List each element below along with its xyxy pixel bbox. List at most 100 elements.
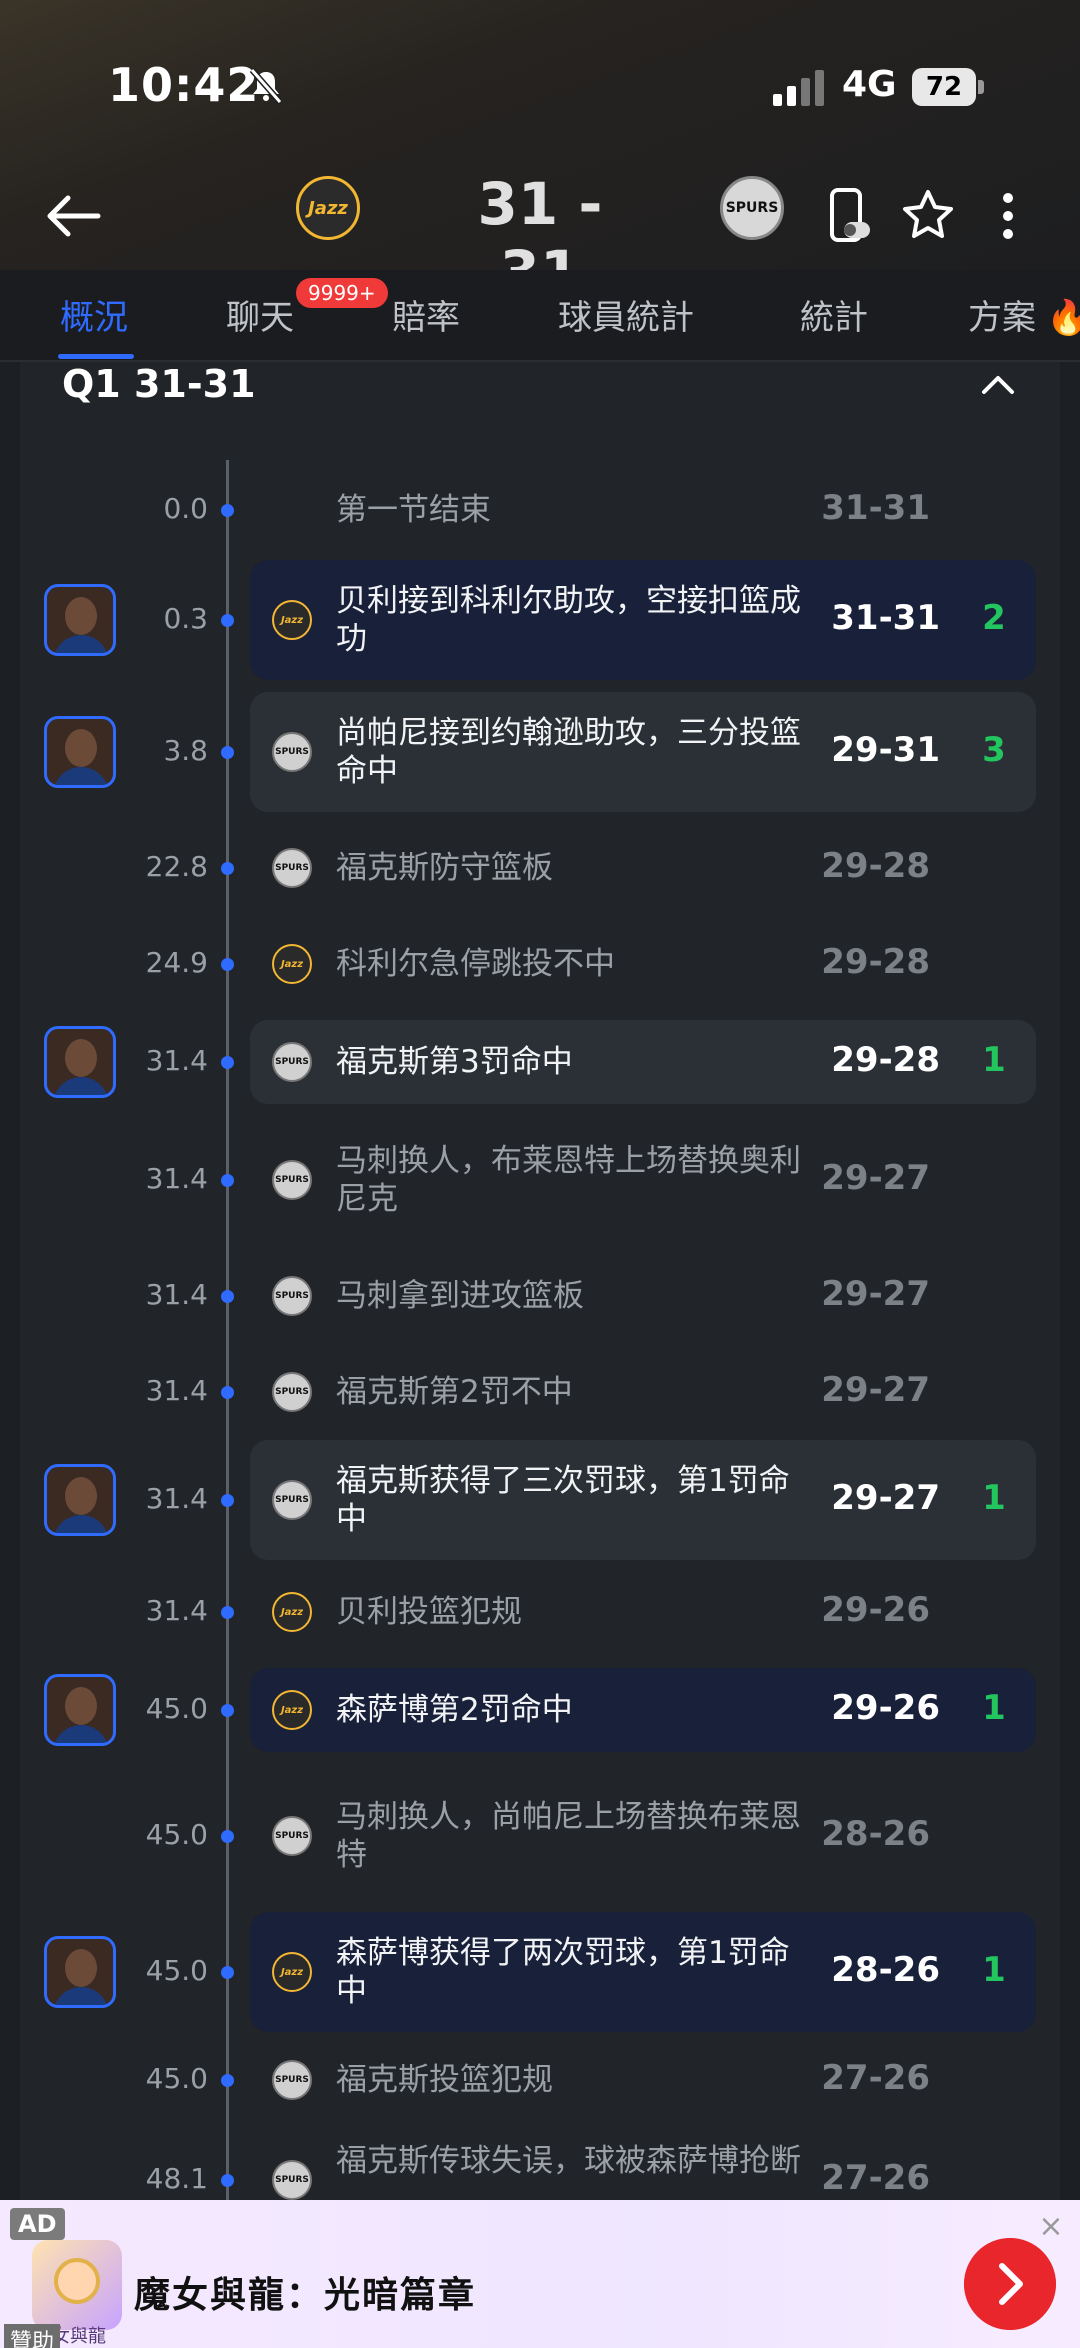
event-time: 31.4 <box>145 1162 208 1195</box>
event-score: 27-26 <box>821 2058 930 2098</box>
spurs-logo-icon: SPURS <box>272 1042 312 1082</box>
timeline-dot <box>221 2174 234 2187</box>
event-row: 45.0 SPURS 福克斯投篮犯规 27-26 <box>0 2040 1080 2120</box>
event-description: 马刺换人，尚帕尼上场替换布莱恩特 <box>336 1799 801 1873</box>
event-row: 22.8 SPURS 福克斯防守篮板 29-28 <box>0 828 1080 908</box>
event-time: 31.4 <box>145 1482 208 1515</box>
tab-stats[interactable]: 統計 <box>800 290 868 339</box>
points-scored: 1 <box>982 1040 1006 1080</box>
event-time: 31.4 <box>145 1594 208 1627</box>
event-row[interactable]: 3.8 SPURS 尚帕尼接到约翰逊助攻，三分投篮命中 29-31 3 <box>0 692 1080 812</box>
timeline-dot <box>221 1494 234 1507</box>
timeline-dot <box>221 1056 234 1069</box>
event-description: 马刺换人，布莱恩特上场替换奥利尼克 <box>336 1143 801 1217</box>
points-scored: 3 <box>982 730 1006 770</box>
event-description: 森萨博第2罚命中 <box>336 1692 573 1728</box>
player-avatar[interactable] <box>44 1464 116 1536</box>
points-scored: 1 <box>982 1688 1006 1728</box>
game-app-icon[interactable] <box>32 2240 122 2330</box>
network-type: 4G <box>842 64 897 105</box>
tab-plans[interactable]: 方案 🔥 <box>968 290 1080 339</box>
timeline-dot <box>221 1290 234 1303</box>
close-icon[interactable]: × <box>1036 2212 1066 2242</box>
chevron-right-icon[interactable] <box>964 2238 1056 2330</box>
event-score: 29-28 <box>821 942 930 982</box>
event-description: 马刺拿到进攻篮板 <box>336 1278 584 1314</box>
player-avatar[interactable] <box>44 716 116 788</box>
event-score: 29-27 <box>821 1158 930 1198</box>
event-description: 福克斯传球失误，球被森萨博抢断 <box>336 2143 801 2179</box>
phone-toggle-icon[interactable] <box>818 184 878 248</box>
event-time: 45.0 <box>145 1954 208 1987</box>
tab-player-stats[interactable]: 球員統計 <box>558 290 694 339</box>
timeline-dot <box>221 958 234 971</box>
event-description: 尚帕尼接到约翰逊助攻，三分投篮命中 <box>336 715 801 789</box>
spurs-logo-icon: SPURS <box>272 848 312 888</box>
event-time: 31.4 <box>145 1044 208 1077</box>
jazz-logo-icon: Jazz <box>272 1592 312 1632</box>
timeline-dot <box>221 1386 234 1399</box>
timeline-dot <box>221 746 234 759</box>
spurs-logo-icon: SPURS <box>272 1160 312 1200</box>
timeline-dot <box>221 504 234 517</box>
chevron-up-icon[interactable] <box>976 366 1020 402</box>
event-row: 31.4 SPURS 马刺拿到进攻篮板 29-27 <box>0 1256 1080 1336</box>
jazz-logo[interactable]: Jazz <box>296 176 360 240</box>
ad-title[interactable]: 魔女與龍：光暗篇章 <box>134 2266 476 2318</box>
tab-overview[interactable]: 概況 <box>60 290 128 339</box>
player-avatar[interactable] <box>44 1674 116 1746</box>
event-row[interactable]: 31.4 SPURS 福克斯第3罚命中 29-28 1 <box>0 1020 1080 1104</box>
tab-odds[interactable]: 賠率 <box>392 290 460 339</box>
event-row[interactable]: 31.4 SPURS 福克斯获得了三次罚球，第1罚命中 29-27 1 <box>0 1440 1080 1560</box>
more-vertical-icon[interactable] <box>978 184 1038 248</box>
chat-badge: 9999+ <box>296 278 388 308</box>
event-description: 第一节结束 <box>336 492 491 528</box>
player-avatar[interactable] <box>44 1936 116 2008</box>
tab-bar: 概況 聊天 9999+ 賠率 球員統計 統計 方案 🔥 <box>0 270 1080 362</box>
event-description: 贝利投篮犯规 <box>336 1594 522 1630</box>
event-row[interactable]: 45.0 Jazz 森萨博第2罚命中 29-26 1 <box>0 1668 1080 1752</box>
event-time: 45.0 <box>145 1692 208 1725</box>
event-time: 31.4 <box>145 1278 208 1311</box>
event-time: 3.8 <box>163 734 208 767</box>
spurs-logo-icon: SPURS <box>272 2060 312 2100</box>
event-description: 福克斯第3罚命中 <box>336 1044 573 1080</box>
event-time: 24.9 <box>145 946 208 979</box>
spurs-logo-icon: SPURS <box>272 1372 312 1412</box>
event-description: 福克斯获得了三次罚球，第1罚命中 <box>336 1463 790 1537</box>
points-scored: 1 <box>982 1950 1006 1990</box>
event-score: 31-31 <box>831 598 940 638</box>
jazz-logo-icon: Jazz <box>272 944 312 984</box>
timeline-dot <box>221 614 234 627</box>
event-row: 24.9 Jazz 科利尔急停跳投不中 29-28 <box>0 924 1080 1004</box>
timeline-dot <box>221 2074 234 2087</box>
event-score: 29-27 <box>831 1478 940 1518</box>
event-score: 28-26 <box>831 1950 940 1990</box>
player-avatar[interactable] <box>44 1026 116 1098</box>
event-score: 29-28 <box>831 1040 940 1080</box>
event-row: 31.4 SPURS 马刺换人，布莱恩特上场替换奥利尼克 29-27 <box>0 1120 1080 1240</box>
tab-chat[interactable]: 聊天 <box>226 290 294 339</box>
app-header: 10:42 4G 72 Jazz 31 - 31 SPURS <box>0 0 1080 306</box>
player-avatar[interactable] <box>44 584 116 656</box>
points-scored: 1 <box>982 1478 1006 1518</box>
event-score: 29-28 <box>821 846 930 886</box>
star-icon[interactable] <box>898 184 958 248</box>
event-row[interactable]: 45.0 Jazz 森萨博获得了两次罚球，第1罚命中 28-26 1 <box>0 1912 1080 2032</box>
ad-banner[interactable]: AD 魔女與龍 魔女與龍：光暗篇章 × 贊助 <box>0 2200 1080 2348</box>
timeline-dot <box>221 862 234 875</box>
event-row[interactable]: 0.3 Jazz 贝利接到科利尔助攻，空接扣篮成功 31-31 2 <box>0 560 1080 680</box>
spurs-logo[interactable]: SPURS <box>720 176 784 240</box>
event-description: 福克斯第2罚不中 <box>336 1374 573 1410</box>
timeline-dot <box>221 1966 234 1979</box>
back-arrow-icon[interactable] <box>42 184 106 248</box>
spurs-logo-icon: SPURS <box>272 2160 312 2200</box>
jazz-logo-icon: Jazz <box>272 600 312 640</box>
active-tab-indicator <box>58 354 134 359</box>
jazz-logo-icon: Jazz <box>272 1952 312 1992</box>
event-time: 0.3 <box>163 602 208 635</box>
event-row: 31.4 Jazz 贝利投篮犯规 29-26 <box>0 1572 1080 1652</box>
sponsor-label: 贊助 <box>4 2324 61 2348</box>
event-time: 45.0 <box>145 2062 208 2095</box>
battery-tip <box>978 80 984 94</box>
